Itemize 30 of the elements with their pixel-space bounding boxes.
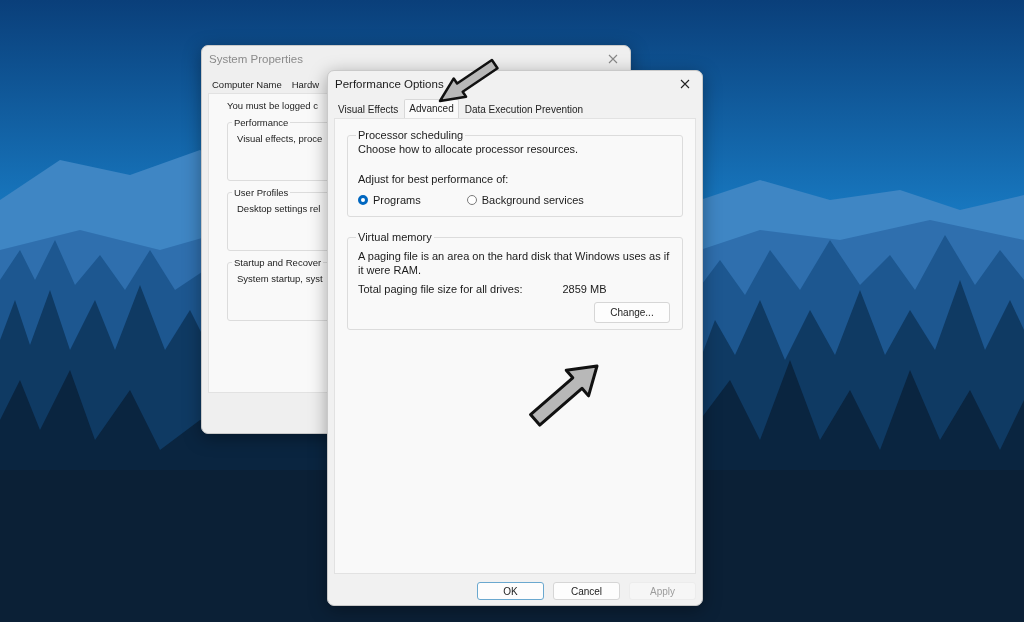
group-title: User Profiles: [233, 187, 290, 198]
window-title: Performance Options: [335, 78, 444, 90]
dialog-button[interactable]: OK: [477, 582, 544, 600]
radio-label[interactable]: Background services: [481, 194, 584, 206]
tab[interactable]: Computer Name: [208, 76, 286, 93]
total-label: Total paging file size for all drives:: [358, 283, 523, 295]
window-title: System Properties: [209, 53, 303, 65]
change-button[interactable]: Change...: [594, 302, 670, 323]
description-text: Choose how to allocate processor resources.: [358, 143, 579, 155]
dialog-button[interactable]: Cancel: [553, 582, 620, 600]
description-text: System startup, syst: [236, 273, 323, 284]
group-title: Virtual memory: [357, 231, 433, 243]
radio-label[interactable]: Programs: [373, 194, 421, 206]
group-title: Performance: [233, 117, 290, 128]
tab[interactable]: Visual Effects: [334, 101, 403, 118]
close-icon[interactable]: [680, 79, 690, 89]
tab[interactable]: Advanced: [404, 99, 459, 118]
pointer-arrow: [529, 364, 599, 427]
radio-button[interactable]: [358, 195, 368, 205]
tab[interactable]: Data Execution Prevention: [460, 101, 588, 118]
description-text: Visual effects, proce: [236, 133, 323, 144]
group-title: Startup and Recover: [233, 257, 323, 268]
description-text: Desktop settings rel: [236, 203, 321, 214]
total-value: 2859 MB: [562, 283, 607, 295]
tab[interactable]: Hardw: [287, 76, 324, 93]
group-title: Processor scheduling: [357, 129, 465, 141]
description-text: A paging file is an area on the hard disk that Windows uses as if it were RAM.: [358, 249, 671, 277]
notice-text: You must be logged c: [227, 100, 319, 111]
prompt-text: Adjust for best performance of:: [358, 173, 509, 185]
radio-button[interactable]: [466, 195, 477, 205]
